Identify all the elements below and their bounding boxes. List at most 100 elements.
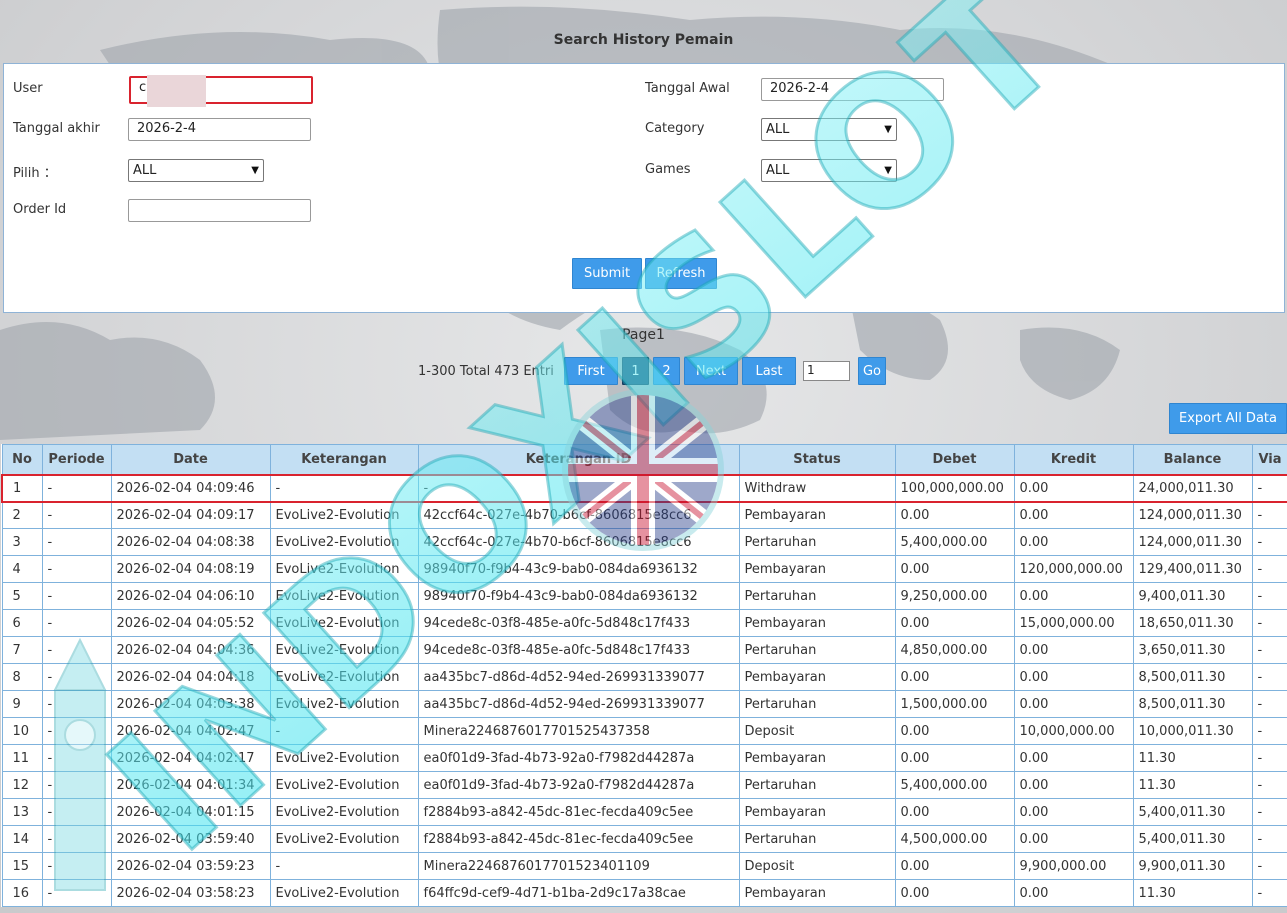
cell-debet: 0.00: [894, 717, 1015, 745]
cell-keterangan: EvoLive2-Evolution: [269, 501, 419, 529]
cell-status: Pertaruhan: [738, 825, 896, 853]
cell-keterangan: EvoLive2-Evolution: [269, 528, 419, 556]
cell-keterangan-id[interactable]: ea0f01d9-3fad-4b73-92a0-f7982d44287a: [417, 744, 740, 772]
table-row: 9-2026-02-04 04:03:38 EvoLive2-Evolution a…: [1, 690, 1287, 718]
cell-keterangan: -: [269, 852, 419, 880]
cell-keterangan-id[interactable]: aa435bc7-d86d-4d52-94ed-269931339077: [417, 663, 740, 691]
cell-periode: -: [41, 690, 112, 718]
column-header-keterangan-id[interactable]: Keterangan ID: [417, 444, 740, 475]
games-select[interactable]: ALL ▼: [761, 159, 897, 182]
cell-keterangan: EvoLive2-Evolution: [269, 744, 419, 772]
cell-date: 2026-02-04 04:03:38: [110, 690, 271, 718]
cell-keterangan-id[interactable]: aa435bc7-d86d-4d52-94ed-269931339077: [417, 690, 740, 718]
refresh-button[interactable]: Refresh: [645, 258, 717, 289]
tanggal-awal-input[interactable]: 2026-2-4: [761, 78, 944, 101]
cell-debet: 4,850,000.00: [894, 636, 1015, 664]
cell-balance: 8,500,011.30: [1132, 663, 1253, 691]
column-header-date[interactable]: Date: [110, 444, 271, 475]
go-button[interactable]: Go: [858, 357, 886, 385]
cell-date: 2026-02-04 04:06:10: [110, 582, 271, 610]
submit-button[interactable]: Submit: [572, 258, 642, 289]
cell-keterangan-id[interactable]: 98940f70-f9b4-43c9-bab0-084da6936132: [417, 555, 740, 583]
cell-keterangan-id: Minera2246876017701523401109: [417, 852, 740, 880]
column-header-kredit[interactable]: Kredit: [1013, 444, 1134, 475]
category-select[interactable]: ALL ▼: [761, 118, 897, 141]
cell-date: 2026-02-04 04:01:34: [110, 771, 271, 799]
cell-kredit: 0.00: [1013, 744, 1134, 772]
cell-keterangan-id[interactable]: 42ccf64c-027e-4b70-b6cf-8606815e8cc6: [417, 528, 740, 556]
cell-keterangan-id[interactable]: 94cede8c-03f8-485e-a0fc-5d848c17f433: [417, 636, 740, 664]
tanggal-akhir-input[interactable]: 2026-2-4: [128, 118, 311, 141]
cell-balance: 5,400,011.30: [1132, 825, 1253, 853]
column-header-keterangan[interactable]: Keterangan: [269, 444, 419, 475]
cell-keterangan-id[interactable]: 94cede8c-03f8-485e-a0fc-5d848c17f433: [417, 609, 740, 637]
cell-no: 10: [1, 717, 43, 745]
cell-keterangan: EvoLive2-Evolution: [269, 609, 419, 637]
cell-debet: 0.00: [894, 798, 1015, 826]
cell-via: -: [1251, 582, 1287, 610]
history-table: No Periode Date Keterangan Keterangan ID…: [1, 444, 1287, 907]
cell-status: Withdraw: [738, 473, 896, 503]
cell-no: 11: [1, 744, 43, 772]
column-header-debet[interactable]: Debet: [894, 444, 1015, 475]
cell-via: -: [1251, 825, 1287, 853]
page-2-button[interactable]: 2: [653, 357, 680, 385]
cell-keterangan-id[interactable]: 42ccf64c-027e-4b70-b6cf-8606815e8cc6: [417, 501, 740, 529]
page-title: Search History Pemain: [553, 32, 734, 48]
cell-kredit: 0.00: [1013, 771, 1134, 799]
cell-debet: 0.00: [894, 555, 1015, 583]
cell-keterangan-id[interactable]: f2884b93-a842-45dc-81ec-fecda409c5ee: [417, 798, 740, 826]
cell-periode: -: [41, 825, 112, 853]
column-header-status[interactable]: Status: [738, 444, 896, 475]
games-select-value: ALL: [766, 163, 790, 178]
order-id-input[interactable]: [128, 199, 311, 222]
cell-balance: 24,000,011.30: [1132, 473, 1253, 503]
pilih-select[interactable]: ALL ▼: [128, 159, 264, 182]
column-header-via[interactable]: Via: [1251, 444, 1287, 475]
cell-keterangan-id[interactable]: ea0f01d9-3fad-4b73-92a0-f7982d44287a: [417, 771, 740, 799]
page-1-button[interactable]: 1: [622, 357, 649, 385]
category-label: Category: [645, 121, 705, 136]
pilih-label: Pilih ：: [13, 166, 57, 181]
cell-date: 2026-02-04 04:04:18: [110, 663, 271, 691]
cell-keterangan-id[interactable]: 98940f70-f9b4-43c9-bab0-084da6936132: [417, 582, 740, 610]
last-page-button[interactable]: Last: [742, 357, 796, 385]
cell-date: 2026-02-04 04:08:19: [110, 555, 271, 583]
user-label: User: [13, 81, 43, 96]
cell-keterangan: EvoLive2-Evolution: [269, 636, 419, 664]
redacted-username-blur: [147, 75, 206, 107]
cell-balance: 11.30: [1132, 771, 1253, 799]
cell-balance: 10,000,011.30: [1132, 717, 1253, 745]
cell-kredit: 120,000,000.00: [1013, 555, 1134, 583]
cell-status: Deposit: [738, 852, 896, 880]
column-header-periode[interactable]: Periode: [41, 444, 112, 475]
cell-no: 5: [1, 582, 43, 610]
column-header-no[interactable]: No: [1, 444, 43, 475]
cell-periode: -: [41, 582, 112, 610]
table-row: 4-2026-02-04 04:08:19 EvoLive2-Evolution 9…: [1, 555, 1287, 583]
cell-kredit: 0.00: [1013, 663, 1134, 691]
cell-no: 3: [1, 528, 43, 556]
cell-keterangan-id[interactable]: f2884b93-a842-45dc-81ec-fecda409c5ee: [417, 825, 740, 853]
next-page-button[interactable]: Next: [684, 357, 738, 385]
table-row: 1-2026-02-04 04:09:46- - Withdraw 100,000,0…: [1, 473, 1287, 503]
table-header-row: No Periode Date Keterangan Keterangan ID…: [1, 444, 1287, 475]
order-id-label: Order Id: [13, 202, 67, 217]
cell-periode: -: [41, 473, 112, 503]
chevron-down-icon: ▼: [884, 165, 892, 176]
cell-no: 14: [1, 825, 43, 853]
cell-balance: 18,650,011.30: [1132, 609, 1253, 637]
cell-status: Pertaruhan: [738, 636, 896, 664]
table-row: 7-2026-02-04 04:04:36 EvoLive2-Evolution 9…: [1, 636, 1287, 664]
column-header-balance[interactable]: Balance: [1132, 444, 1253, 475]
go-page-input[interactable]: 1: [803, 361, 850, 381]
export-all-data-button[interactable]: Export All Data: [1169, 403, 1287, 434]
cell-date: 2026-02-04 04:02:47: [110, 717, 271, 745]
cell-date: 2026-02-04 03:58:23: [110, 879, 271, 907]
cell-balance: 11.30: [1132, 879, 1253, 907]
cell-keterangan: -: [269, 717, 419, 745]
cell-no: 13: [1, 798, 43, 826]
first-page-button[interactable]: First: [564, 357, 618, 385]
cell-keterangan: EvoLive2-Evolution: [269, 825, 419, 853]
cell-keterangan-id[interactable]: f64ffc9d-cef9-4d71-b1ba-2d9c17a38cae: [417, 879, 740, 907]
